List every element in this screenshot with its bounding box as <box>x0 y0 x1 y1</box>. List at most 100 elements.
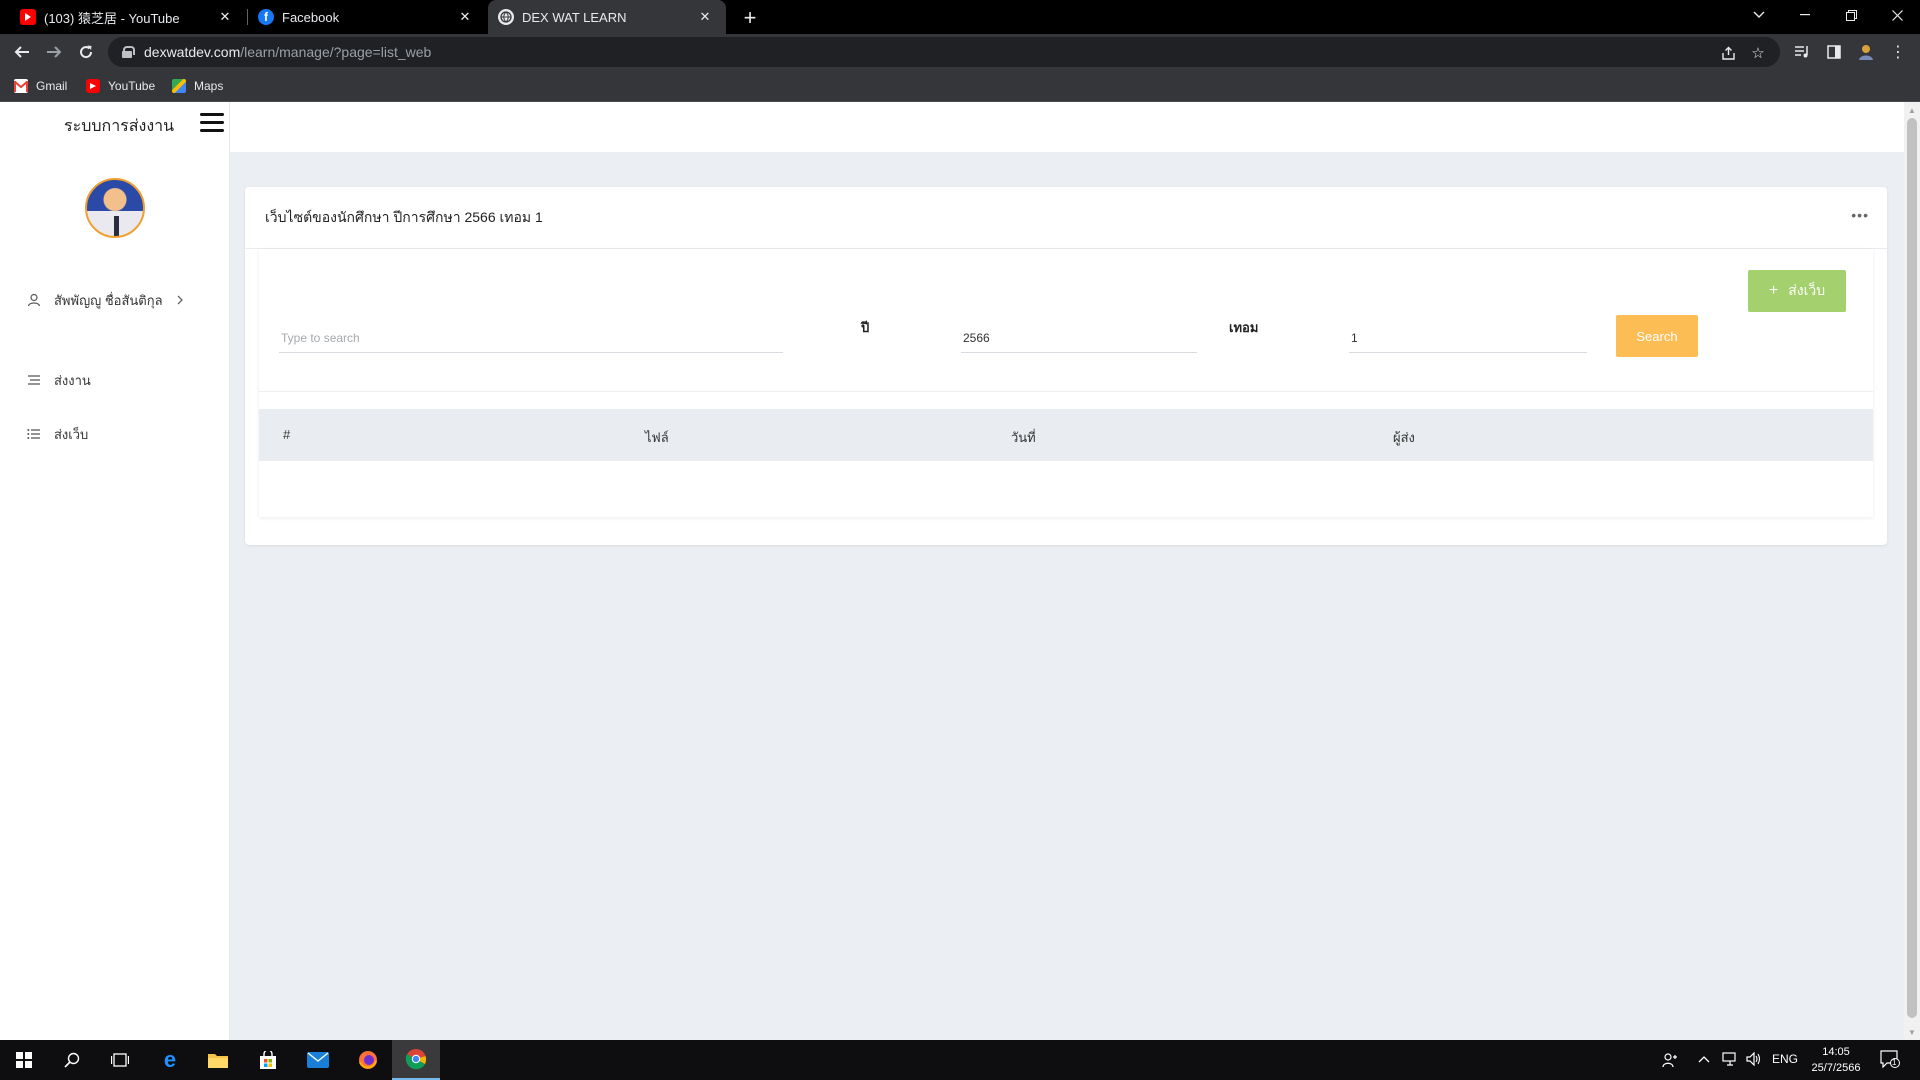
sidebar-item-send-web[interactable]: ส่งเว็บ <box>26 422 88 446</box>
minimize-button[interactable] <box>1782 0 1828 30</box>
store-icon[interactable] <box>244 1040 292 1080</box>
search-input[interactable]: Type to search <box>279 323 783 353</box>
table-header: # ไฟล์ วันที่ ผู้ส่ง <box>259 409 1873 461</box>
search-button[interactable]: Search <box>1616 315 1698 357</box>
people-icon[interactable] <box>1662 1052 1678 1071</box>
tab-title: DEX WAT LEARN <box>522 9 627 25</box>
notification-count: 1 <box>1892 1058 1897 1067</box>
scrollbar-thumb[interactable] <box>1907 118 1917 1018</box>
side-panel-icon[interactable] <box>1820 38 1848 66</box>
tab-facebook[interactable]: f Facebook ✕ <box>248 0 486 34</box>
system-clock[interactable]: 14:05 25/7/2566 <box>1806 1044 1866 1076</box>
websites-card: เว็บไซต์ของนักศึกษา ปีการศึกษา 2566 เทอม… <box>245 187 1887 545</box>
taskbar: e ENG 14:05 25/7/2566 1 <box>0 1040 1920 1080</box>
bookmarks-bar: Gmail YouTube Maps <box>0 70 1920 102</box>
card-title: เว็บไซต์ของนักศึกษา ปีการศึกษา 2566 เทอม… <box>265 209 543 225</box>
bookmark-gmail[interactable]: Gmail <box>14 77 67 95</box>
tab-youtube[interactable]: (103) 猿芝居 - YouTube ✕ <box>0 0 246 34</box>
network-icon[interactable] <box>1722 1052 1738 1069</box>
notification-center-icon[interactable]: 1 <box>1880 1050 1900 1071</box>
clock-date: 25/7/2566 <box>1811 1062 1861 1074</box>
bookmark-label: Gmail <box>36 79 68 93</box>
url-path: /learn/manage/?page=list_web <box>240 44 432 60</box>
bookmark-label: YouTube <box>108 79 156 93</box>
file-explorer-icon[interactable] <box>194 1040 242 1080</box>
sidebar-item-label: ส่งเว็บ <box>54 426 89 442</box>
tab-title: (103) 猿芝居 - YouTube <box>44 10 180 26</box>
sidebar-item-label: ส่งงาน <box>54 372 91 388</box>
close-window-button[interactable] <box>1874 0 1920 30</box>
share-icon[interactable] <box>1718 43 1738 63</box>
edge-icon[interactable]: e <box>146 1040 194 1080</box>
youtube-icon <box>86 79 100 93</box>
mail-icon[interactable] <box>294 1040 342 1080</box>
browser-tab-strip: (103) 猿芝居 - YouTube ✕ f Facebook ✕ DEX W… <box>0 0 1920 34</box>
tab-title: Facebook <box>282 9 340 25</box>
close-icon[interactable]: ✕ <box>216 8 234 26</box>
user-name: สัพพัญญู ชื่อสันติกุล <box>54 292 163 308</box>
tab-search-chevron-icon[interactable] <box>1736 0 1782 30</box>
column-header-index: # <box>283 427 291 442</box>
menu-dots-icon[interactable]: ⋮ <box>1884 38 1912 66</box>
search-icon[interactable] <box>48 1040 96 1080</box>
chrome-icon[interactable] <box>392 1040 440 1080</box>
star-icon[interactable]: ☆ <box>1748 43 1768 63</box>
reload-button[interactable] <box>72 38 100 66</box>
maps-icon <box>172 79 186 93</box>
year-input[interactable]: 2566 <box>961 323 1197 353</box>
profile-avatar-icon[interactable] <box>1852 38 1880 66</box>
bookmark-youtube[interactable]: YouTube <box>86 77 155 95</box>
app-topbar <box>230 102 1904 152</box>
windows-start-icon[interactable] <box>0 1040 48 1080</box>
globe-icon <box>498 9 514 25</box>
column-header-file: ไฟล์ <box>645 430 669 445</box>
back-button[interactable] <box>8 38 36 66</box>
youtube-icon <box>20 9 36 25</box>
scroll-up-arrow-icon[interactable]: ▲ <box>1904 102 1920 118</box>
input-language[interactable]: ENG <box>1772 1052 1798 1066</box>
sidebar-user-menu[interactable]: สัพพัญญู ชื่อสันติกุล <box>26 288 216 312</box>
gmail-icon <box>14 79 28 93</box>
close-icon[interactable]: ✕ <box>696 8 714 26</box>
close-icon[interactable]: ✕ <box>456 8 474 26</box>
user-icon <box>26 292 42 308</box>
url-text: dexwatdev.com/learn/manage/?page=list_we… <box>144 44 431 60</box>
tab-dex-wat-learn[interactable]: DEX WAT LEARN ✕ <box>488 0 726 34</box>
address-bar[interactable]: dexwatdev.com/learn/manage/?page=list_we… <box>108 37 1780 67</box>
more-options-icon[interactable]: ••• <box>1851 207 1869 223</box>
new-tab-button[interactable]: + <box>736 4 764 32</box>
url-domain: dexwatdev.com <box>144 44 241 60</box>
page-scrollbar[interactable]: ▲ ▼ <box>1904 102 1920 1040</box>
scroll-down-arrow-icon[interactable]: ▼ <box>1904 1024 1920 1040</box>
list-icon <box>26 426 42 442</box>
tasks-icon <box>26 372 42 388</box>
send-web-label: ส่งเว็บ <box>1788 282 1826 298</box>
sidebar: ระบบการส่งงาน สัพพัญญู ชื่อสันติกุล ส่งง… <box>0 102 230 1040</box>
send-web-button[interactable]: + ส่งเว็บ <box>1748 270 1846 312</box>
sidebar-item-send-work[interactable]: ส่งงาน <box>26 368 91 392</box>
bookmark-maps[interactable]: Maps <box>172 77 223 95</box>
forward-button[interactable] <box>40 38 68 66</box>
hamburger-menu-icon[interactable] <box>200 113 224 133</box>
bookmark-label: Maps <box>194 79 224 93</box>
card-header: เว็บไซต์ของนักศึกษา ปีการศึกษา 2566 เทอม… <box>245 187 1887 249</box>
app-brand: ระบบการส่งงาน <box>64 118 175 135</box>
lock-icon[interactable] <box>122 46 135 58</box>
card-body: + ส่งเว็บ Type to search ปี 2566 เทอม 1 … <box>259 249 1873 517</box>
year-label: ปี <box>861 320 870 335</box>
chevron-up-icon[interactable] <box>1698 1052 1710 1066</box>
column-header-date: วันที่ <box>1011 430 1036 445</box>
volume-icon[interactable] <box>1746 1051 1762 1069</box>
firefox-icon[interactable] <box>344 1040 392 1080</box>
column-header-sender: ผู้ส่ง <box>1393 430 1415 445</box>
task-view-icon[interactable] <box>96 1040 144 1080</box>
avatar <box>85 178 145 238</box>
media-control-icon[interactable] <box>1788 38 1816 66</box>
term-input[interactable]: 1 <box>1349 323 1587 353</box>
term-label: เทอม <box>1229 320 1259 335</box>
restore-button[interactable] <box>1828 0 1874 30</box>
chevron-right-icon <box>177 293 184 308</box>
browser-toolbar: dexwatdev.com/learn/manage/?page=list_we… <box>0 34 1920 70</box>
clock-time: 14:05 <box>1822 1046 1850 1058</box>
plus-icon: + <box>1768 282 1779 299</box>
